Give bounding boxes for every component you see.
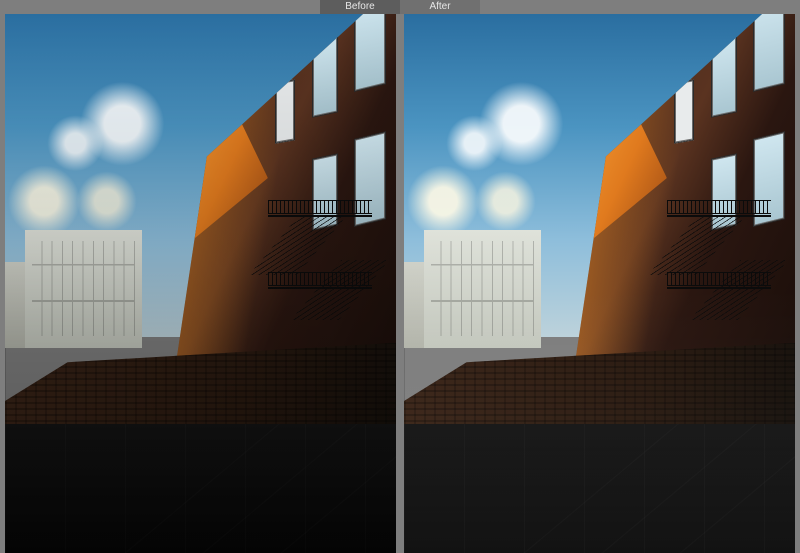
- panel-divider[interactable]: [396, 14, 404, 553]
- before-panel[interactable]: [5, 14, 396, 553]
- tab-before[interactable]: Before: [320, 0, 400, 14]
- before-image: [5, 14, 396, 553]
- compare-header: Before After: [0, 0, 800, 14]
- after-panel[interactable]: [404, 14, 795, 553]
- compare-view: Before After: [0, 0, 800, 553]
- after-image: [404, 14, 795, 553]
- tab-after[interactable]: After: [400, 0, 480, 14]
